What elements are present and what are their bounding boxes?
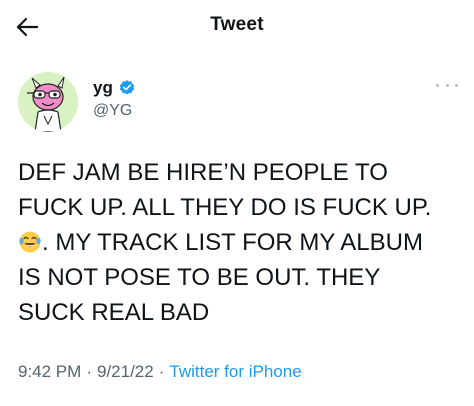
meta-separator: · (158, 362, 165, 381)
tweet-meta: 9:42 PM · 9/21/22 · Twitter for iPhone (18, 360, 302, 384)
tweet-line: SUCK REAL BAD (18, 299, 210, 326)
tweet-line: DEF JAM BE HIRE’N PEOPLE TO (18, 159, 388, 186)
tweet-text: DEF JAM BE HIRE’N PEOPLE TO FUCK UP. ALL… (18, 155, 458, 330)
avatar[interactable] (18, 72, 78, 132)
tweet-line-with-emoji: . MY TRACK LIST FOR MY ALBUM (18, 225, 458, 260)
face-with-tears-of-joy-icon (19, 231, 41, 253)
author-display-name[interactable]: yg (93, 78, 113, 98)
more-options-button[interactable] (436, 78, 458, 92)
avatar-illustration (18, 72, 78, 132)
page-title: Tweet (210, 14, 264, 35)
author-handle[interactable]: @YG (93, 102, 132, 120)
tweet-line-text: . MY TRACK LIST FOR MY ALBUM (42, 229, 423, 256)
author-name-line: yg (93, 78, 136, 98)
tweet-time[interactable]: 9:42 PM (18, 362, 81, 381)
more-dot-icon (455, 83, 458, 87)
more-dot-icon (445, 83, 449, 87)
top-bar: Tweet (0, 0, 474, 52)
tweet-source-link[interactable]: Twitter for iPhone (169, 362, 301, 381)
tweet-author: yg @YG (18, 72, 458, 132)
tweet-line: IS NOT POSE TO BE OUT. THEY (18, 264, 381, 291)
tweet-date[interactable]: 9/21/22 (97, 362, 154, 381)
meta-separator: · (86, 362, 92, 381)
more-dot-icon (436, 83, 439, 87)
verified-badge-icon (119, 80, 134, 95)
tweet-line: FUCK UP. ALL THEY DO IS FUCK UP. (18, 194, 432, 221)
